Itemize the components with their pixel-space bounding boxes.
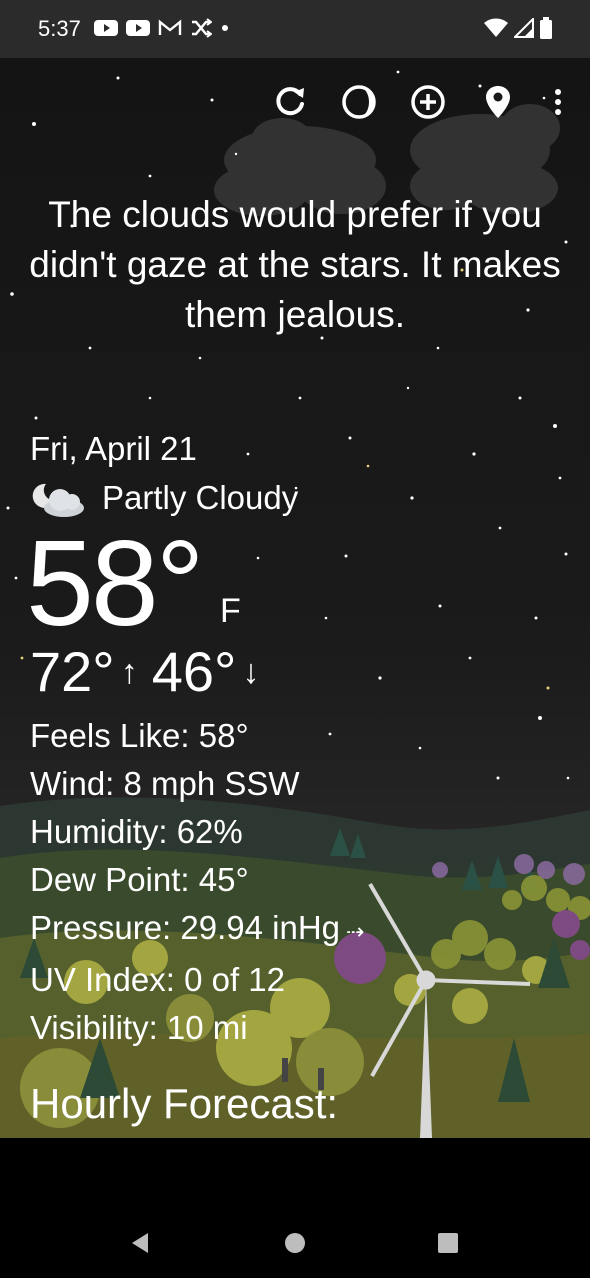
weather-app: The clouds would prefer if you didn't ga… — [0, 58, 590, 1138]
recents-button[interactable] — [428, 1226, 468, 1260]
navigation-bar — [0, 1138, 590, 1278]
wifi-icon — [484, 18, 508, 37]
youtube-icon — [94, 20, 118, 36]
status-bar: 5:37 — [0, 0, 590, 58]
high-arrow: ↑ — [120, 653, 138, 691]
hourly-forecast-title: Hourly Forecast: — [30, 1080, 339, 1127]
humidity: Humidity: 62% — [30, 813, 243, 850]
high-low: 72° ↑ 46° ↓ — [30, 642, 273, 702]
youtube-icon — [126, 20, 150, 36]
shuffle-icon — [192, 18, 212, 38]
recents-icon — [438, 1233, 458, 1253]
current-temperature: 58° — [26, 515, 204, 651]
notification-icons — [94, 18, 230, 38]
location-button[interactable] — [476, 80, 520, 124]
uv-index: UV Index: 0 of 12 — [30, 961, 285, 998]
current-condition: Partly Cloudy — [30, 476, 298, 520]
dew-point: Dew Point: 45° — [30, 861, 249, 898]
weather-details: Feels Like: 58° Wind: 8 mph SSW Humidity… — [30, 712, 364, 1052]
low-temperature: 46° — [151, 640, 237, 703]
weather-quote: The clouds would prefer if you didn't ga… — [29, 194, 561, 335]
more-options-button[interactable] — [536, 80, 580, 124]
gmail-icon — [158, 19, 182, 35]
pressure: Pressure: 29.94 inHg — [30, 909, 341, 946]
add-icon — [411, 85, 445, 119]
toolbar — [0, 80, 590, 124]
forecast-date: Fri, April 21 — [30, 430, 197, 467]
high-temperature: 72° — [30, 640, 115, 703]
battery-icon — [540, 17, 552, 39]
add-location-button[interactable] — [406, 80, 450, 124]
home-icon — [285, 1233, 305, 1253]
wind: Wind: 8 mph SSW — [30, 765, 300, 802]
more-vert-icon — [555, 89, 561, 115]
refresh-icon — [276, 87, 304, 116]
location-pin-icon — [486, 86, 510, 118]
moon-phase-icon — [342, 85, 376, 119]
low-arrow: ↓ — [242, 653, 260, 691]
feels-like: Feels Like: 58° — [30, 717, 249, 754]
refresh-button[interactable] — [268, 80, 312, 124]
status-time: 5:37 — [38, 16, 81, 41]
moon-phase-button[interactable] — [337, 80, 381, 124]
back-icon — [132, 1233, 148, 1253]
dot-icon — [222, 25, 228, 31]
partly-cloudy-night-icon — [32, 483, 84, 517]
temperature-unit: F — [220, 592, 241, 630]
home-button[interactable] — [275, 1226, 315, 1260]
pressure-trend-icon: ⇢ — [346, 919, 365, 944]
system-icons — [484, 17, 552, 39]
cell-signal-icon — [514, 18, 534, 38]
visibility: Visibility: 10 mi — [30, 1009, 248, 1046]
back-button[interactable] — [120, 1226, 160, 1260]
condition-text: Partly Cloudy — [102, 479, 299, 516]
pressure-row: Pressure: 29.94 inHg ⇢ — [30, 904, 364, 956]
